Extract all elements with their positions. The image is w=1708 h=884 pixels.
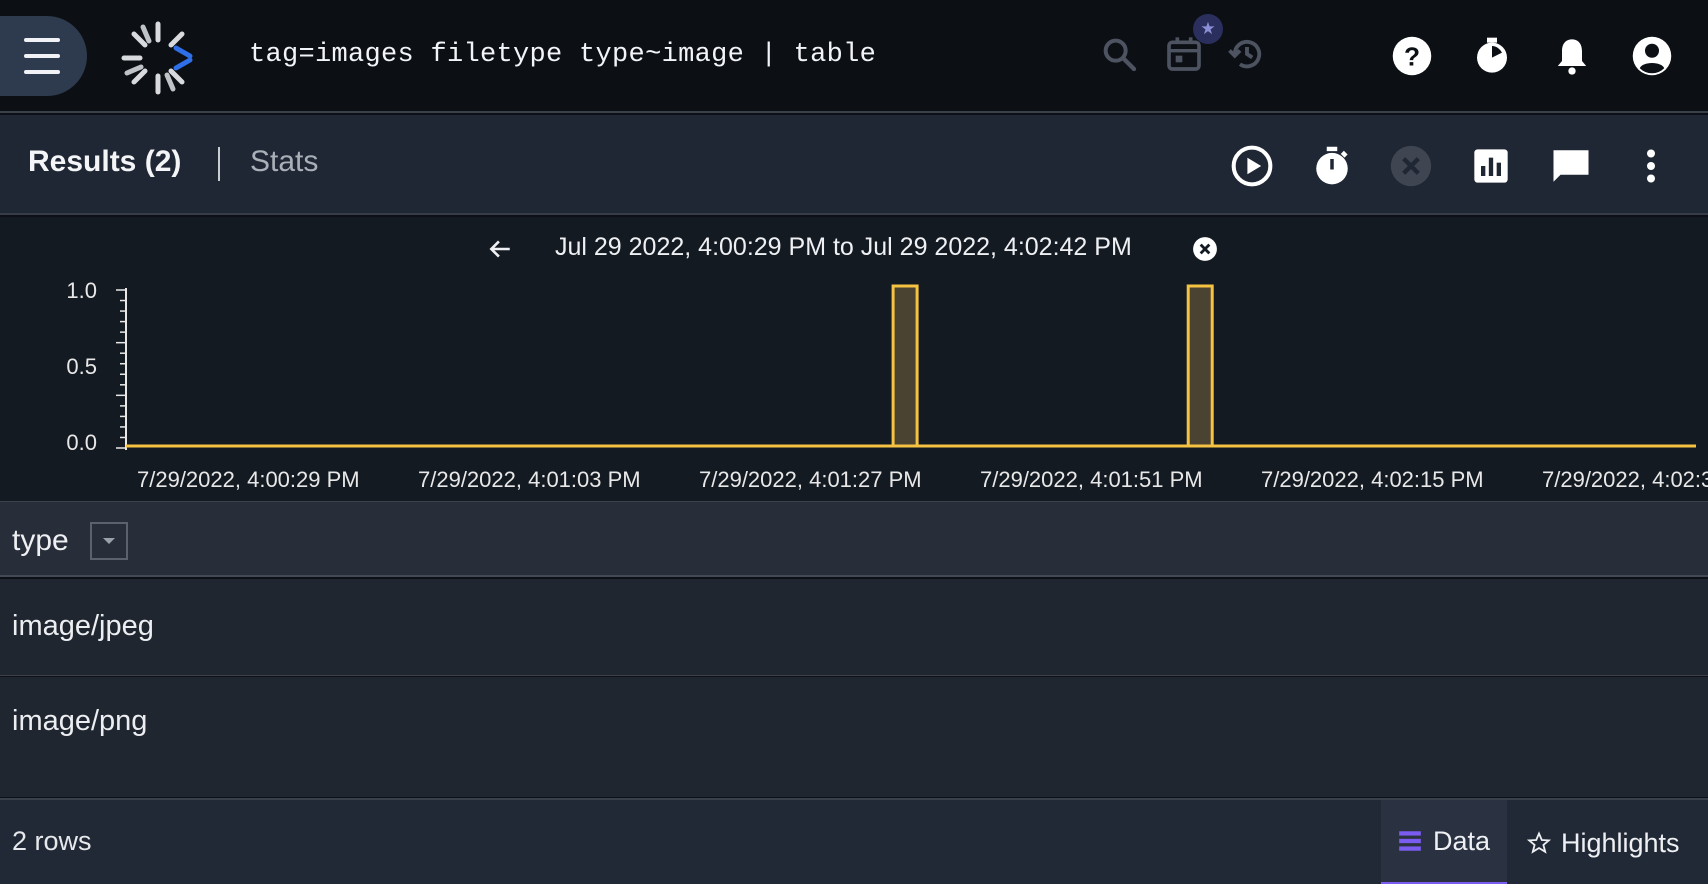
x-tick-label: 7/29/2022, 4:01:27 PM <box>699 467 922 492</box>
search-query[interactable]: tag=images filetype type~image | table <box>249 40 876 70</box>
account-icon[interactable] <box>1630 34 1674 78</box>
star-outline-icon <box>1527 831 1551 854</box>
results-header: Results (2) Stats <box>0 115 1708 215</box>
svg-text:?: ? <box>1404 42 1420 72</box>
x-tick-label: 7/29/2022, 4:01:03 PM <box>418 467 641 492</box>
time-range-label: Jul 29 2022, 4:00:29 PM to Jul 29 2022, … <box>555 233 1132 261</box>
comment-icon[interactable] <box>1548 143 1594 189</box>
main-menu-button[interactable] <box>0 16 87 96</box>
histogram-panel: 1.0 0.5 0.0 7/29/2022, 4:00:29 PM 7/29/2022,… <box>0 217 1708 501</box>
cell-type: image/jpeg <box>12 610 154 642</box>
cancel-icon[interactable] <box>1388 143 1434 189</box>
notification-bell-icon[interactable] <box>1550 34 1594 78</box>
back-arrow-icon[interactable] <box>483 232 517 266</box>
tab-data[interactable]: Data <box>1381 800 1507 884</box>
results-footer: 2 rows Data Highlights <box>0 798 1708 884</box>
menu-icon-bar <box>24 70 60 74</box>
column-header-type[interactable]: type <box>12 524 69 558</box>
tab-highlights[interactable]: Highlights <box>1511 800 1708 884</box>
x-tick-label: 7/29/2022, 4:02:39 PM <box>1542 467 1708 492</box>
column-filter-dropdown[interactable] <box>90 522 128 560</box>
history-icon[interactable] <box>1225 32 1269 76</box>
tab-divider <box>218 147 220 181</box>
more-vert-icon[interactable] <box>1628 143 1674 189</box>
x-tick-label: 7/29/2022, 4:02:15 PM <box>1261 467 1484 492</box>
tab-highlights-label: Highlights <box>1561 827 1680 858</box>
top-bar: tag=images filetype type~image | table ★… <box>0 0 1708 113</box>
chevron-down-icon <box>103 538 115 544</box>
histogram-bar <box>891 284 919 448</box>
table-row[interactable]: image/png <box>0 677 1708 797</box>
stopwatch-icon[interactable] <box>1309 143 1355 189</box>
y-tick-label: 0.0 <box>66 430 97 455</box>
timer-icon[interactable] <box>1470 34 1514 78</box>
list-icon <box>1399 831 1421 851</box>
menu-icon <box>24 38 60 42</box>
tab-results[interactable]: Results (2) <box>28 145 181 179</box>
row-count: 2 rows <box>12 826 92 856</box>
y-tick-label: 0.5 <box>66 354 97 379</box>
clear-range-icon[interactable] <box>1190 234 1220 264</box>
bar-chart-icon[interactable] <box>1468 143 1514 189</box>
table-header: type <box>0 501 1708 577</box>
x-tick-label: 7/29/2022, 4:00:29 PM <box>137 467 360 492</box>
histogram-bar <box>1186 284 1214 448</box>
play-icon[interactable] <box>1229 143 1275 189</box>
cell-type: image/png <box>12 705 148 737</box>
app-logo[interactable] <box>118 18 198 98</box>
menu-icon-bar <box>24 54 60 58</box>
table-row[interactable]: image/jpeg <box>0 579 1708 676</box>
tab-stats[interactable]: Stats <box>250 145 318 179</box>
search-icon[interactable] <box>1097 32 1141 76</box>
help-icon[interactable]: ? <box>1390 34 1434 78</box>
x-tick-label: 7/29/2022, 4:01:51 PM <box>980 467 1203 492</box>
favorite-badge: ★ <box>1193 14 1223 44</box>
tab-data-label: Data <box>1433 825 1491 856</box>
y-tick-label: 1.0 <box>66 278 97 303</box>
